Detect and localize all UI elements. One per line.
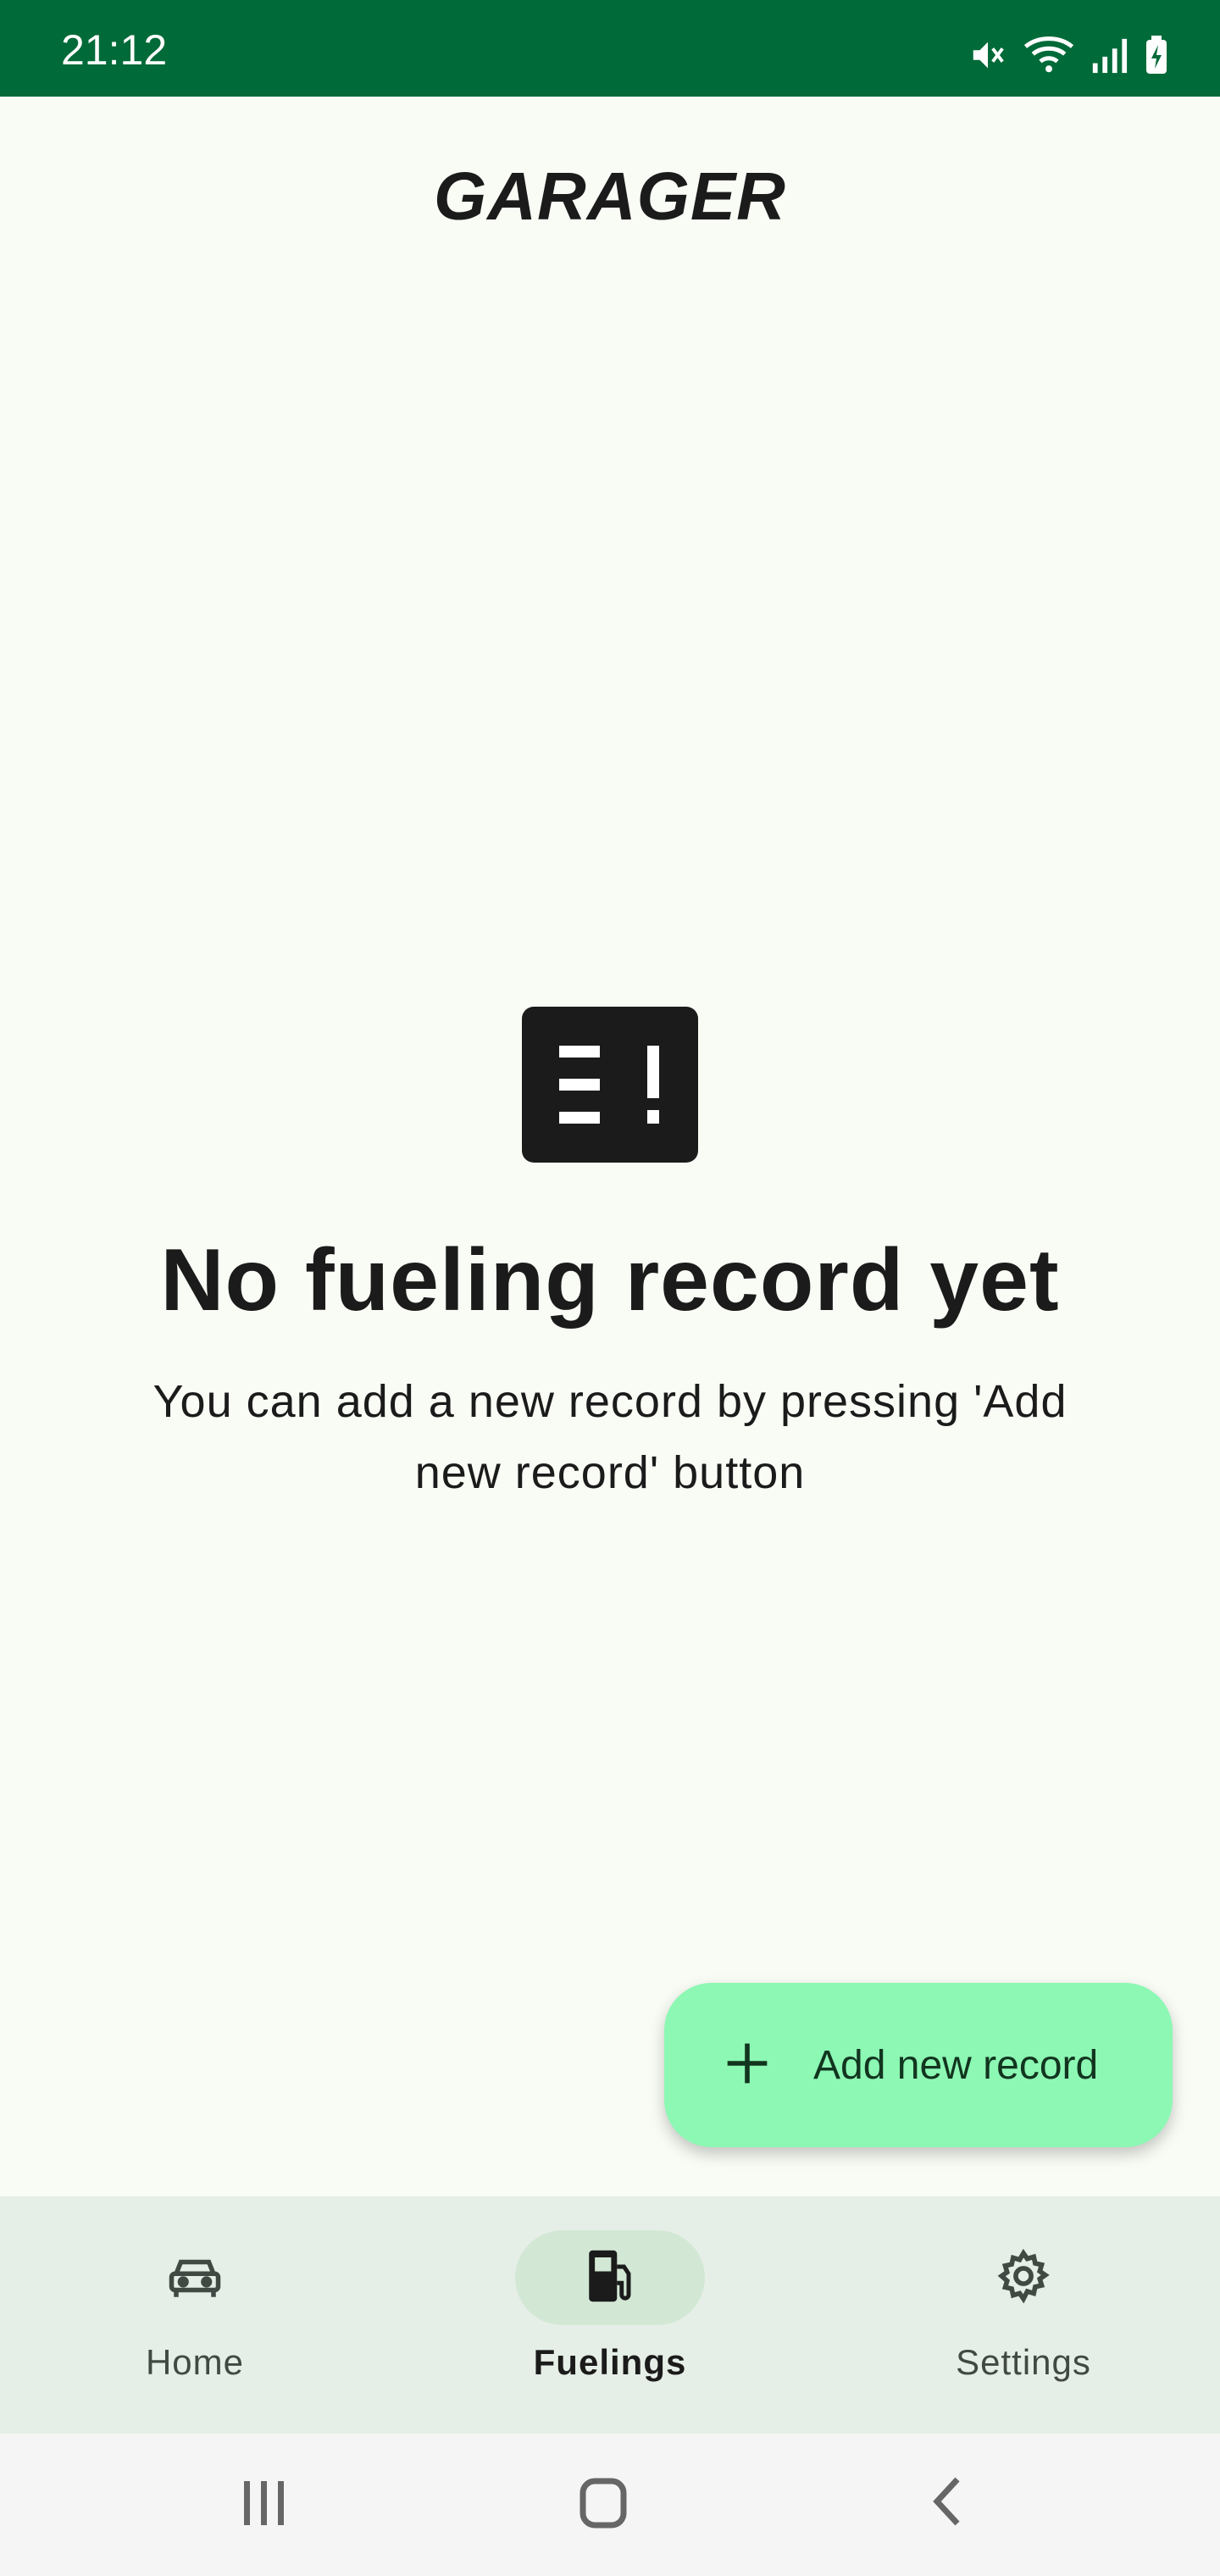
- nav-pill-settings: [929, 2230, 1118, 2325]
- nav-label-fuelings: Fuelings: [533, 2342, 687, 2382]
- battery-charging-icon: [1144, 35, 1169, 75]
- car-icon: [167, 2252, 223, 2304]
- nav-pill-home: [100, 2230, 290, 2325]
- fuel-alert-icon: [522, 1007, 698, 1163]
- fuel-pump-icon: [584, 2248, 636, 2308]
- add-new-record-button[interactable]: Add new record: [664, 1983, 1173, 2147]
- nav-label-settings: Settings: [956, 2342, 1091, 2382]
- nav-label-home: Home: [145, 2342, 245, 2382]
- nav-item-home[interactable]: Home: [0, 2196, 398, 2434]
- nav-pill-fuelings: [515, 2230, 705, 2325]
- system-navigation-bar: [0, 2434, 1220, 2576]
- recent-apps-icon[interactable]: [241, 2468, 288, 2540]
- nav-item-settings[interactable]: Settings: [820, 2196, 1220, 2434]
- plus-icon: [724, 2040, 771, 2091]
- nav-item-fuelings[interactable]: Fuelings: [407, 2196, 813, 2434]
- empty-state-title: No fueling record yet: [160, 1231, 1060, 1330]
- gear-icon: [995, 2247, 1052, 2309]
- mute-icon: [968, 36, 1008, 75]
- signal-icon: [1090, 36, 1128, 75]
- status-icons: [968, 34, 1169, 76]
- wifi-icon: [1023, 34, 1074, 76]
- fab-label: Add new record: [813, 2042, 1099, 2088]
- status-bar: 21:12: [0, 0, 1220, 97]
- empty-state-description: You can add a new record by pressing 'Ad…: [152, 1376, 1068, 1498]
- home-icon[interactable]: [576, 2468, 630, 2540]
- app-title: GARAGER: [434, 158, 786, 234]
- bottom-navigation: Home Fuelings Settings: [0, 2196, 1220, 2434]
- status-time: 21:12: [61, 26, 168, 74]
- back-icon[interactable]: [925, 2468, 968, 2540]
